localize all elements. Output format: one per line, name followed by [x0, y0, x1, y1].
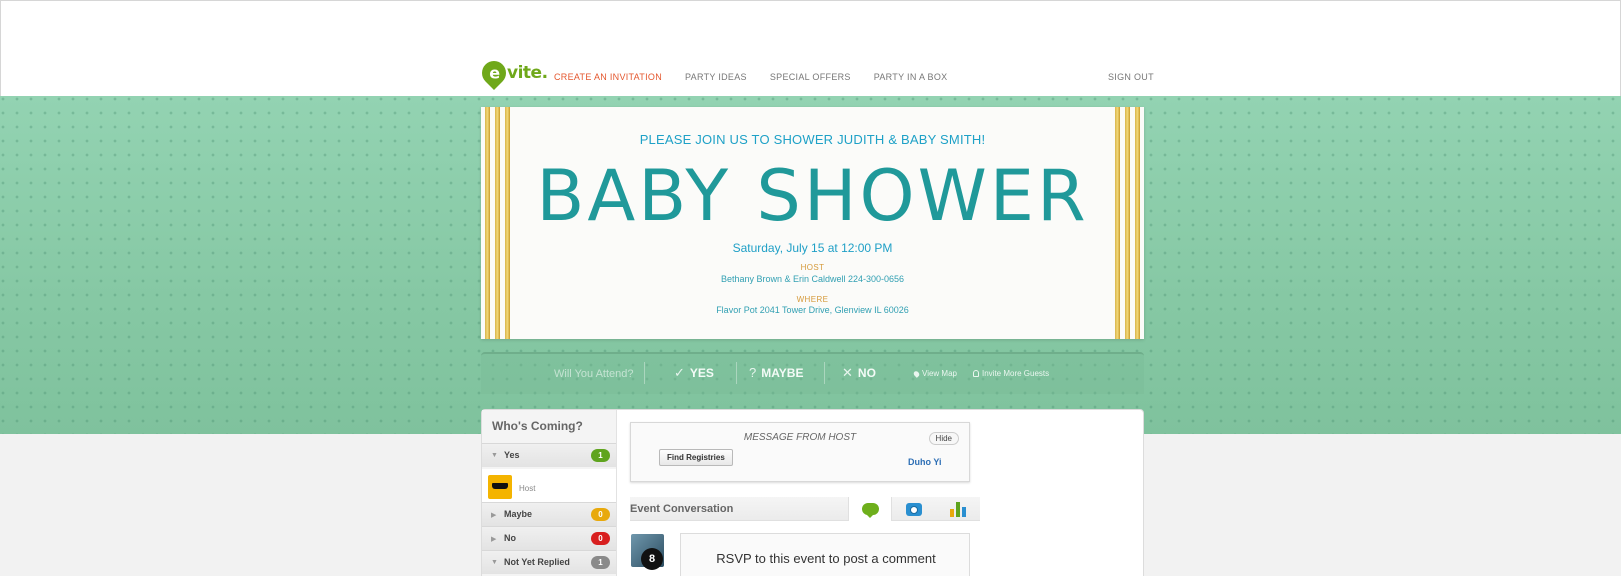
sign-out-link[interactable]: SIGN OUT: [1108, 72, 1154, 82]
logo-letter: e: [488, 63, 500, 83]
invite-more-guests-link[interactable]: Invite More Guests: [973, 369, 1049, 378]
divider: [824, 362, 825, 384]
user-avatar: 8: [631, 534, 664, 570]
chat-icon: [861, 503, 879, 518]
comment-input[interactable]: RSVP to this event to post a comment: [680, 533, 970, 576]
rsvp-no-label: NO: [857, 366, 876, 380]
guest-group-not-replied[interactable]: ▼ Not Yet Replied 1: [482, 550, 616, 574]
guest-count-badge: 0: [591, 532, 610, 545]
host-label: HOST: [800, 263, 825, 272]
find-registries-button[interactable]: Find Registries: [659, 449, 733, 466]
hide-button[interactable]: Hide: [928, 432, 959, 445]
host-message-box: MESSAGE FROM HOST Hide Find Registries D…: [630, 422, 970, 482]
triangle-down-icon: ▼: [491, 452, 498, 459]
rsvp-yes-label: YES: [689, 366, 714, 380]
event-details-panel: Who's Coming? ▼ Yes 1 Host ▶ Maybe 0 ▶ N…: [481, 409, 1144, 576]
invitation-subtitle: PLEASE JOIN US TO SHOWER JUDITH & BABY S…: [639, 132, 986, 147]
nav-party-ideas[interactable]: PARTY IDEAS: [685, 72, 747, 82]
question-icon: ?: [749, 365, 757, 380]
host-details: Bethany Brown & Erin Caldwell 224-300-06…: [720, 274, 905, 284]
rsvp-bar: Will You Attend? ✓ YES ? MAYBE ✕ NO View…: [481, 352, 1144, 394]
tab-comments[interactable]: [848, 497, 892, 521]
poll-icon: [950, 501, 966, 517]
person-icon: [973, 370, 979, 377]
guest-count-badge: 0: [591, 508, 610, 521]
guest-count-badge: 1: [591, 556, 610, 569]
event-date: Saturday, July 15 at 12:00 PM: [732, 241, 893, 255]
logo-text: vite.: [507, 63, 548, 83]
map-pin-icon: [912, 369, 921, 378]
divider: [736, 362, 737, 384]
main-content: MESSAGE FROM HOST Hide Find Registries D…: [617, 410, 980, 576]
whos-coming-heading: Who's Coming?: [492, 419, 583, 433]
conversation-title: Event Conversation: [630, 503, 734, 515]
view-map-link[interactable]: View Map: [912, 369, 957, 378]
triangle-down-icon: ▼: [491, 559, 498, 566]
triangle-right-icon: ▶: [491, 512, 497, 519]
guest-group-label: Yes: [504, 450, 520, 460]
camera-icon: [906, 502, 922, 516]
view-map-label: View Map: [922, 369, 957, 378]
rsvp-maybe-label: MAYBE: [761, 365, 804, 380]
host-name-link[interactable]: Duho Yi: [908, 457, 942, 467]
invitation-title: BABY SHOWER: [536, 155, 1089, 237]
top-navigation-bar: e vite. CREATE AN INVITATION PARTY IDEAS…: [0, 0, 1621, 96]
guest-count-badge: 1: [591, 449, 610, 462]
host-role-label: Host: [519, 484, 536, 493]
divider: [644, 362, 645, 384]
invite-more-label: Invite More Guests: [982, 369, 1050, 378]
rsvp-no-button[interactable]: ✕ NO: [842, 365, 876, 381]
nav-party-in-a-box[interactable]: PARTY IN A BOX: [874, 72, 948, 82]
where-label: WHERE: [796, 295, 829, 304]
rsvp-maybe-button[interactable]: ? MAYBE: [749, 365, 803, 380]
guest-list-sidebar: Who's Coming? ▼ Yes 1 Host ▶ Maybe 0 ▶ N…: [482, 410, 617, 576]
nav-create-invitation[interactable]: CREATE AN INVITATION: [554, 72, 662, 82]
sunglasses-icon: [492, 483, 508, 489]
tab-photos[interactable]: [892, 497, 936, 521]
invitation-card: PLEASE JOIN US TO SHOWER JUDITH & BABY S…: [481, 107, 1144, 339]
attend-question: Will You Attend?: [554, 368, 634, 380]
host-avatar: [488, 475, 512, 499]
check-icon: ✓: [674, 365, 685, 380]
rsvp-prompt-text: RSVP to this event to post a comment: [716, 551, 936, 566]
message-heading: MESSAGE FROM HOST: [743, 432, 857, 443]
guest-group-label: Not Yet Replied: [504, 557, 570, 567]
where-details: Flavor Pot 2041 Tower Drive, Glenview IL…: [716, 305, 909, 315]
tab-polls[interactable]: [936, 497, 980, 521]
x-icon: ✕: [842, 365, 853, 380]
evite-logo[interactable]: e vite.: [477, 56, 548, 90]
logo-pin-icon: e: [477, 56, 511, 90]
guest-group-no[interactable]: ▶ No 0: [482, 526, 616, 550]
comment-area: 8 RSVP to this event to post a comment: [630, 533, 970, 576]
nav-special-offers[interactable]: SPECIAL OFFERS: [770, 72, 851, 82]
main-nav: CREATE AN INVITATION PARTY IDEAS SPECIAL…: [554, 72, 970, 82]
triangle-right-icon: ▶: [491, 536, 497, 543]
conversation-header: Event Conversation: [630, 497, 980, 521]
guest-group-label: Maybe: [504, 509, 533, 519]
guest-group-maybe[interactable]: ▶ Maybe 0: [482, 502, 616, 526]
guest-group-label: No: [504, 533, 516, 543]
rsvp-yes-button[interactable]: ✓ YES: [674, 365, 714, 381]
eight-ball-icon: 8: [641, 548, 663, 570]
guest-group-yes[interactable]: ▼ Yes 1: [482, 443, 616, 467]
